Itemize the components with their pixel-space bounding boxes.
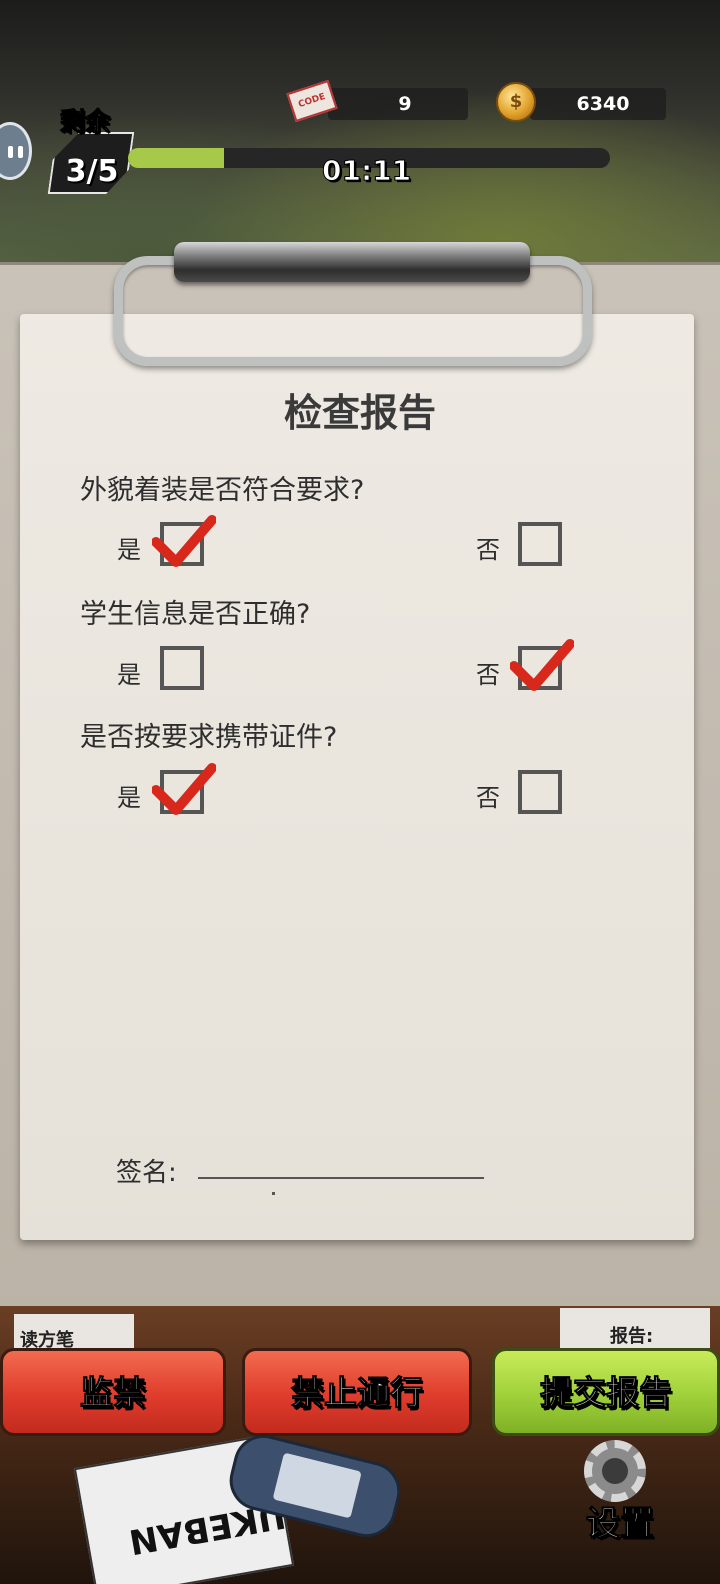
signature-label: 签名:: [116, 1158, 177, 1188]
detain-button[interactable]: 监禁: [0, 1348, 226, 1436]
settings-button[interactable]: 设置: [570, 1440, 660, 1545]
question-1-no-label: 否: [476, 536, 500, 564]
coin-counter: 6340: [530, 88, 666, 120]
signature-line[interactable]: [198, 1177, 484, 1179]
question-3-yes-checkbox[interactable]: [160, 770, 204, 814]
time-progress-fill: [128, 148, 225, 168]
clipboard-clip-bar: [174, 242, 530, 282]
question-1-yes-label: 是: [117, 536, 141, 564]
coin-icon: $: [496, 82, 536, 122]
question-2-yes-checkbox[interactable]: [160, 646, 204, 690]
question-3-no-checkbox[interactable]: [518, 770, 562, 814]
settings-label: 设置: [586, 1504, 655, 1545]
question-3-yes-label: 是: [117, 784, 141, 812]
signature-dot: [272, 1192, 275, 1195]
desk-note-right: 报告:: [560, 1308, 710, 1348]
question-1-yes-checkbox[interactable]: [160, 522, 204, 566]
question-3-no-label: 否: [476, 784, 500, 812]
remaining-label: 剩余: [59, 107, 111, 137]
question-3-text: 是否按要求携带证件?: [80, 722, 338, 753]
coin-count: 6340: [576, 93, 630, 115]
deny-entry-button[interactable]: 禁止通行: [242, 1348, 472, 1436]
remaining-count: 3/5: [65, 154, 119, 189]
question-2-no-checkbox[interactable]: [518, 646, 562, 690]
question-1-text: 外貌着装是否符合要求?: [80, 475, 365, 506]
gear-icon: [584, 1440, 646, 1502]
submit-report-button[interactable]: 提交报告: [492, 1348, 720, 1436]
report-title: 检查报告: [283, 391, 436, 435]
question-2-yes-label: 是: [117, 661, 141, 689]
question-1-no-checkbox[interactable]: [518, 522, 562, 566]
question-2-text: 学生信息是否正确?: [80, 599, 311, 630]
code-counter: 9: [328, 88, 468, 120]
countdown-timer: 01:11: [321, 154, 412, 188]
report-paper: [20, 314, 694, 1240]
code-count: 9: [398, 93, 412, 115]
question-2-no-label: 否: [476, 661, 500, 689]
